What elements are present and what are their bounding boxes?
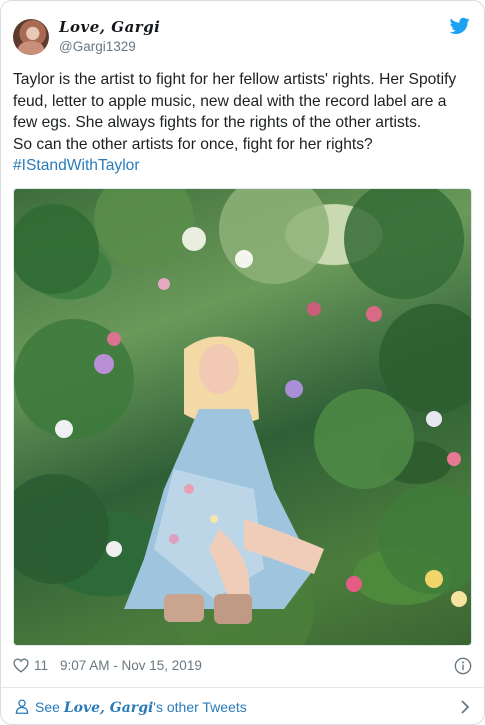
- divider: [1, 687, 484, 688]
- tweet-text-line: few egs. She always fights for the right…: [13, 114, 422, 131]
- other-tweets-suffix: 's other Tweets: [153, 699, 247, 715]
- tweet-meta: 11 9:07 AM - Nov 15, 2019: [13, 656, 472, 676]
- tweet-text: Taylor is the artist to fight for her fe…: [13, 69, 475, 177]
- tweet-photo[interactable]: [13, 188, 472, 646]
- heart-icon[interactable]: [13, 658, 29, 673]
- tweet-header: Love, Gargi @Gargi1329: [13, 15, 472, 59]
- other-tweets-label[interactable]: See Love, Gargi's other Tweets: [35, 699, 247, 716]
- twitter-bird-icon[interactable]: [450, 17, 470, 35]
- avatar[interactable]: [13, 19, 49, 55]
- tweet-text-line: So can the other artists for once, fight…: [13, 135, 373, 153]
- hashtag-link[interactable]: #IStandWithTaylor: [13, 155, 475, 177]
- chevron-right-icon[interactable]: [460, 699, 470, 715]
- author-handle[interactable]: @Gargi1329: [59, 39, 136, 54]
- other-tweets-author: Love, Gargi: [63, 700, 154, 716]
- other-tweets-link[interactable]: See Love, Gargi's other Tweets: [13, 697, 472, 717]
- photo-illustration: [14, 189, 471, 645]
- info-icon[interactable]: [454, 657, 472, 675]
- author-display-name[interactable]: Love, Gargi: [59, 18, 160, 36]
- tweet-text-line: feud, letter to apple music, new deal wi…: [13, 92, 447, 110]
- like-count[interactable]: 11: [34, 658, 48, 673]
- tweet-card: Love, Gargi @Gargi1329 Taylor is the art…: [0, 0, 485, 725]
- other-tweets-prefix: See: [35, 699, 64, 715]
- tweet-text-line: Taylor is the artist to fight for her fe…: [13, 71, 457, 88]
- person-icon: [15, 699, 29, 714]
- tweet-timestamp[interactable]: 9:07 AM - Nov 15, 2019: [60, 658, 202, 673]
